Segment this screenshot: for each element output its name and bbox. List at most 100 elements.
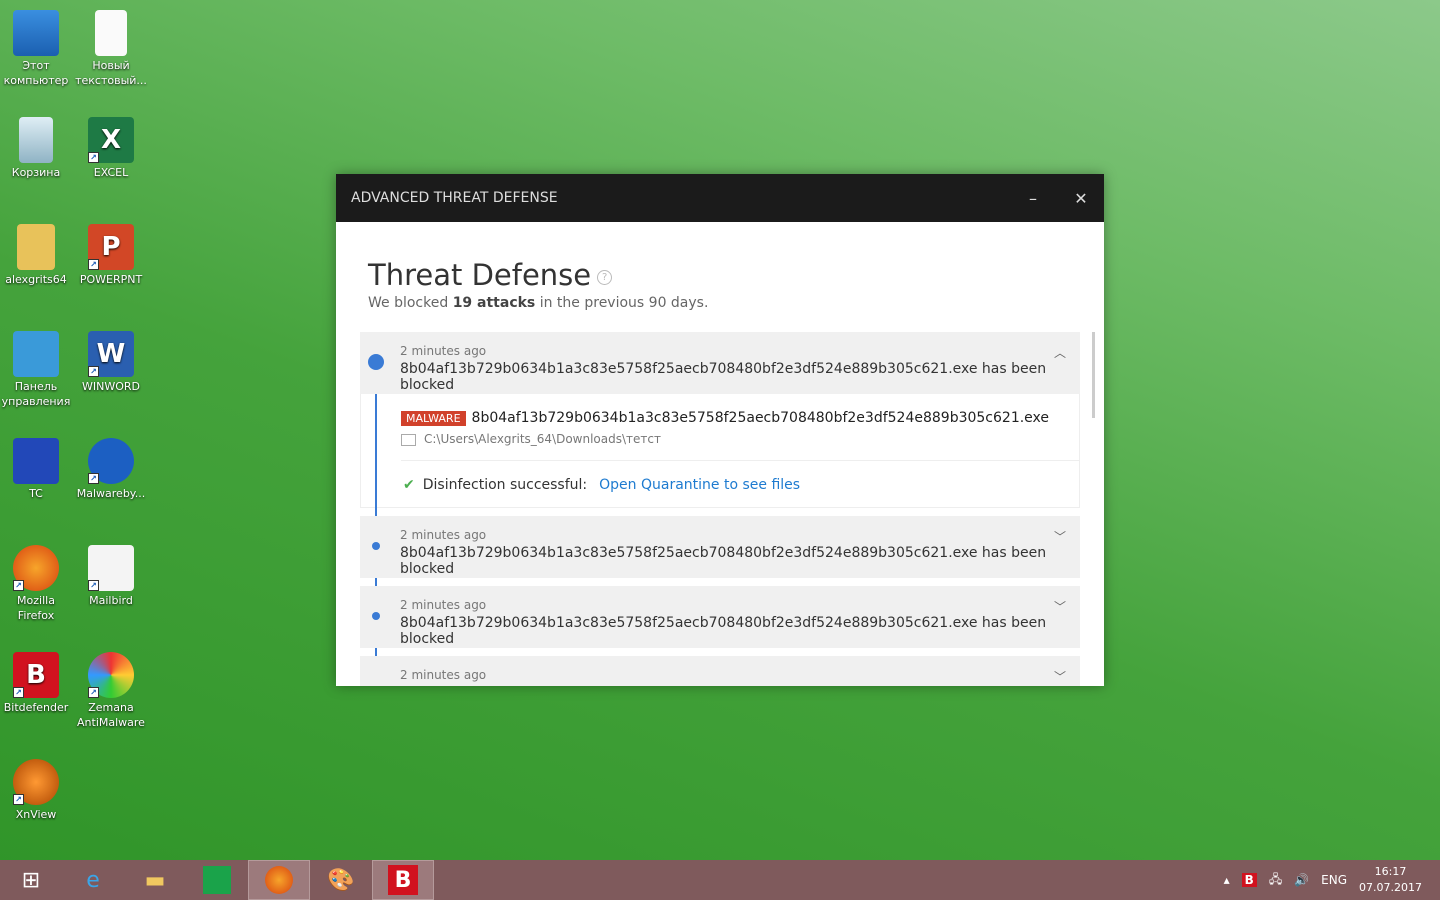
folder-icon	[401, 433, 416, 446]
powerpoint-icon: P ↗	[88, 224, 134, 270]
desktop-icon-this-pc[interactable]: Этот компьютер	[0, 10, 74, 88]
page-title: Threat Defense?	[368, 258, 613, 292]
desktop-icon-xnview[interactable]: ↗ XnView	[0, 759, 74, 822]
this-pc-icon	[13, 10, 59, 56]
minimize-button[interactable]: –	[1010, 174, 1056, 222]
shortcut-arrow-icon: ↗	[13, 687, 24, 698]
desktop-icon-label: Новый текстовый...	[75, 59, 147, 87]
event-item[interactable]: 2 minutes ago 8b04af13b729b0634b1a3c83e57…	[360, 516, 1080, 578]
chevron-down-icon[interactable]: ﹀	[1054, 668, 1066, 685]
bitdefender-icon: B ↗	[13, 652, 59, 698]
excel-icon: X ↗	[88, 117, 134, 163]
shortcut-arrow-icon: ↗	[13, 794, 24, 805]
chevron-down-icon[interactable]: ﹀	[1054, 528, 1066, 545]
word-icon: W ↗	[88, 331, 134, 377]
desktop-icon-powerpoint[interactable]: P ↗ POWERPNT	[73, 224, 149, 287]
malware-badge: MALWARE	[401, 411, 466, 426]
zemana-icon: ↗	[88, 652, 134, 698]
help-icon[interactable]: ?	[597, 269, 613, 285]
desktop-icon-user-folder[interactable]: alexgrits64	[0, 224, 74, 287]
desktop-icon-recycle-bin[interactable]: Корзина	[0, 117, 74, 180]
shortcut-arrow-icon: ↗	[88, 473, 99, 484]
desktop-icon-label: WINWORD	[82, 380, 140, 393]
desktop-icon-label: Панель управления	[1, 380, 71, 408]
summary-pre: We blocked	[368, 295, 453, 311]
desktop-icon-label: Malwareby...	[76, 487, 146, 500]
desktop-icon-excel[interactable]: X ↗ EXCEL	[73, 117, 149, 180]
recycle-bin-icon	[19, 117, 53, 163]
desktop-icon-mailbird[interactable]: ↗ Mailbird	[73, 545, 149, 608]
language-indicator[interactable]: ENG	[1321, 873, 1347, 887]
shortcut-arrow-icon: ↗	[13, 580, 24, 591]
clock-date: 07.07.2017	[1359, 881, 1422, 894]
store-icon[interactable]	[186, 860, 248, 900]
summary-count: 19 attacks	[452, 295, 536, 311]
clock[interactable]: 16:17 07.07.2017	[1359, 864, 1422, 896]
volume-icon[interactable]: 🔊	[1294, 873, 1309, 887]
close-button[interactable]: ✕	[1058, 174, 1104, 222]
timeline-dot	[372, 612, 380, 620]
advanced-threat-defense-window: ADVANCED THREAT DEFENSE – ✕ Threat Defen…	[336, 174, 1104, 686]
shortcut-arrow-icon: ↗	[88, 580, 99, 591]
desktop-icon-control-panel[interactable]: Панель управления	[0, 331, 74, 409]
desktop-icon-word[interactable]: W ↗ WINWORD	[73, 331, 149, 394]
xnview-icon: ↗	[13, 759, 59, 805]
event-time: 2 minutes ago	[400, 598, 487, 612]
desktop-icon-label: Mailbird	[89, 594, 133, 607]
bitdefender-taskbar-icon[interactable]: B	[372, 860, 434, 900]
desktop-icon-total-commander[interactable]: TC	[0, 438, 74, 501]
desktop-icon-bitdefender[interactable]: B ↗ Bitdefender	[0, 652, 74, 715]
chevron-up-icon[interactable]: ︿	[1054, 344, 1066, 361]
desktop-icon-firefox[interactable]: ↗ Mozilla Firefox	[0, 545, 74, 623]
taskbar: ⊞ e ▬ 🎨 B ▴ B 🖧 🔊 ENG 16:17 07.07.2017	[0, 860, 1440, 900]
network-icon[interactable]: 🖧	[1269, 870, 1282, 891]
clock-time: 16:17	[1374, 865, 1407, 878]
event-list: 2 minutes ago 8b04af13b729b0634b1a3c83e57…	[360, 332, 1080, 686]
window-title: ADVANCED THREAT DEFENSE	[351, 190, 558, 206]
check-icon: ✔	[403, 477, 415, 493]
shortcut-arrow-icon: ↗	[88, 259, 99, 270]
timeline-dot	[368, 354, 384, 370]
desktop-icon-label: TC	[29, 487, 43, 500]
desktop-icon-label: Этот компьютер	[3, 59, 69, 87]
desktop-icon-new-text-file[interactable]: Новый текстовый...	[73, 10, 149, 88]
desktop-icon-label: Zemana AntiMalware	[77, 701, 145, 729]
show-hidden-icons[interactable]: ▴	[1224, 873, 1230, 887]
event-detail: MALWARE 8b04af13b729b0634b1a3c83e5758f25a…	[360, 394, 1080, 508]
shortcut-arrow-icon: ↗	[88, 152, 99, 163]
desktop-icon-label: POWERPNT	[79, 273, 143, 286]
total-commander-icon	[13, 438, 59, 484]
internet-explorer-icon[interactable]: e	[62, 860, 124, 900]
title-bar: ADVANCED THREAT DEFENSE – ✕	[336, 174, 1104, 222]
firefox-taskbar-icon[interactable]	[248, 860, 310, 900]
file-path: C:\Users\Alexgrits_64\Downloads\тетст	[424, 432, 661, 446]
desktop-icon-zemana[interactable]: ↗ Zemana AntiMalware	[73, 652, 149, 730]
scrollbar[interactable]	[1092, 332, 1095, 418]
malwarebytes-icon: ↗	[88, 438, 134, 484]
start-button[interactable]: ⊞	[0, 860, 62, 900]
desktop-icon-label: Mozilla Firefox	[17, 594, 55, 622]
paint-icon[interactable]: 🎨	[310, 860, 372, 900]
event-item[interactable]: 2 minutes ago 8b04af13b729b0634b1a3c83e57…	[360, 586, 1080, 648]
file-name: 8b04af13b729b0634b1a3c83e5758f25aecb7084…	[471, 410, 1050, 426]
event-message: 8b04af13b729b0634b1a3c83e5758f25aecb7084…	[400, 361, 1047, 393]
event-item[interactable]: 2 minutes ago 8b04af13b729b0634b1a3c83e57…	[360, 332, 1080, 394]
summary-post: in the previous 90 days.	[535, 295, 709, 311]
event-time: 2 minutes ago	[400, 344, 487, 358]
event-message: 8b04af13b729b0634b1a3c83e5758f25aecb7084…	[400, 545, 1047, 577]
firefox-icon: ↗	[13, 545, 59, 591]
desktop-icon-label: alexgrits64	[5, 273, 67, 286]
desktop-icon-malwarebytes[interactable]: ↗ Malwareby...	[73, 438, 149, 501]
shortcut-arrow-icon: ↗	[88, 687, 99, 698]
chevron-down-icon[interactable]: ﹀	[1054, 598, 1066, 615]
desktop-icon-label: XnView	[15, 808, 57, 821]
event-item[interactable]: 2 minutes ago ﹀	[360, 656, 1080, 686]
bitdefender-tray-icon[interactable]: B	[1241, 873, 1257, 887]
new-text-file-icon	[95, 10, 127, 56]
system-tray: ▴ B 🖧 🔊 ENG 16:17 07.07.2017	[1224, 860, 1440, 900]
summary: We blocked 19 attacks in the previous 90…	[368, 295, 708, 311]
timeline-dot	[372, 542, 380, 550]
file-explorer-icon[interactable]: ▬	[124, 860, 186, 900]
open-quarantine-link[interactable]: Open Quarantine to see files	[599, 477, 800, 493]
event-message: 8b04af13b729b0634b1a3c83e5758f25aecb7084…	[400, 615, 1047, 647]
